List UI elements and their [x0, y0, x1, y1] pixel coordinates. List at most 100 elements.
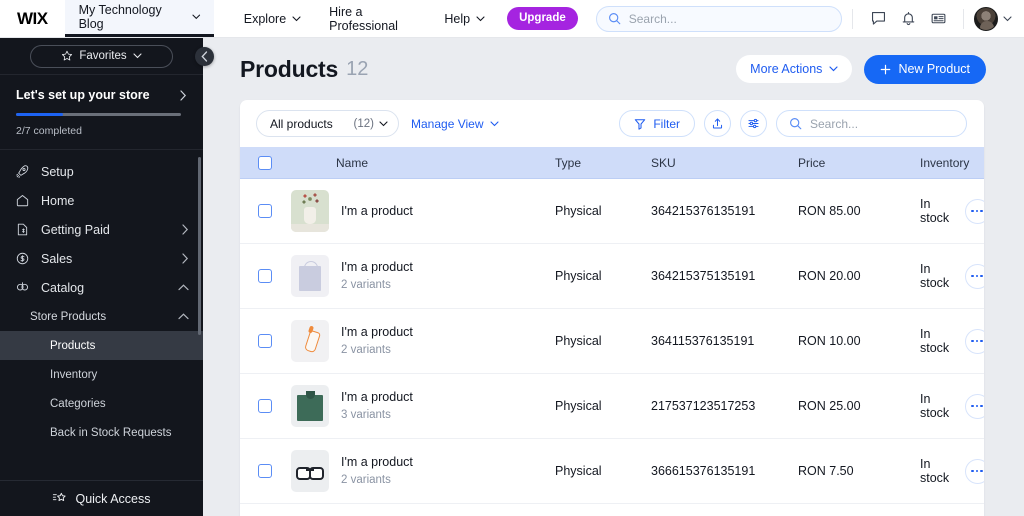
product-price: RON 20.00 — [798, 269, 861, 283]
star-icon — [62, 50, 73, 61]
chevron-down-icon — [489, 120, 499, 126]
sidebar-item-catalog[interactable]: Catalog — [0, 273, 203, 302]
sliders-icon[interactable] — [740, 110, 767, 137]
view-select-label: All products — [270, 116, 333, 131]
product-name: I'm a product — [341, 389, 413, 404]
products-search-input[interactable]: Search... — [776, 110, 967, 137]
row-more-actions-button[interactable] — [964, 393, 984, 419]
export-icon[interactable] — [704, 110, 731, 137]
row-checkbox[interactable] — [258, 269, 272, 283]
chevron-down-icon — [379, 120, 388, 126]
table-row[interactable]: I'm a product 2 variants Physical 364215… — [240, 244, 984, 309]
view-select[interactable]: All products (12) — [256, 110, 399, 137]
wix-logo[interactable]: WIX — [0, 9, 65, 29]
column-header-name[interactable]: Name — [290, 156, 555, 170]
topnav-item-explore[interactable]: Explore — [230, 0, 315, 38]
site-switcher[interactable]: My Technology Blog — [64, 0, 214, 37]
table-row[interactable]: I'm a product 3 variants Physical 217537… — [240, 374, 984, 439]
sidebar-item-sales[interactable]: Sales — [0, 244, 203, 273]
account-menu[interactable] — [974, 6, 1012, 31]
product-price: RON 7.50 — [798, 464, 854, 478]
sidebar-collapse-button[interactable] — [195, 47, 214, 66]
home-icon — [14, 193, 30, 208]
product-thumbnail-vase-icon — [291, 190, 329, 232]
row-checkbox[interactable] — [258, 204, 272, 218]
row-checkbox[interactable] — [258, 334, 272, 348]
sidebar-item-inventory[interactable]: Inventory — [0, 360, 203, 389]
product-inventory: In stock — [920, 197, 950, 225]
product-price: RON 25.00 — [798, 399, 861, 413]
product-price: RON 85.00 — [798, 204, 861, 218]
favorites-button[interactable]: Favorites — [30, 44, 173, 68]
favorites-label: Favorites — [79, 50, 127, 62]
sidebar-item-home[interactable]: Home — [0, 186, 203, 215]
sidebar-item-find-products-to-sell[interactable]: Find Products to Sell — [0, 447, 203, 452]
page-header: Products 12 More Actions New Product — [203, 38, 1024, 100]
column-header-price[interactable]: Price — [798, 156, 920, 170]
sidebar-item-label: Products — [50, 339, 96, 352]
row-checkbox-cell — [240, 204, 290, 218]
select-all-checkbox[interactable] — [258, 155, 272, 170]
filter-button[interactable]: Filter — [619, 110, 695, 137]
row-checkbox[interactable] — [258, 399, 272, 413]
store-setup-title: Let's set up your store — [16, 88, 150, 102]
product-price: RON 10.00 — [798, 334, 861, 348]
sidebar-item-products[interactable]: Products — [0, 331, 203, 360]
more-actions-button[interactable]: More Actions — [736, 55, 853, 83]
sidebar-item-categories[interactable]: Categories — [0, 389, 203, 418]
main-content: Products 12 More Actions New Product All… — [203, 38, 1024, 516]
global-search-input[interactable]: Search... — [595, 5, 842, 32]
row-more-actions-button[interactable] — [964, 458, 984, 484]
more-actions-label: More Actions — [750, 62, 823, 76]
sidebar-item-label: Sales — [41, 251, 73, 266]
product-thumbnail-shirt-icon — [291, 385, 329, 427]
sidebar-item-getting-paid[interactable]: Getting Paid — [0, 215, 203, 244]
products-toolbar: All products (12) Manage View Filter Sea… — [240, 100, 984, 147]
product-thumbnail-glasses-icon — [291, 450, 329, 492]
top-nav: Explore Hire a Professional Help Upgrade — [230, 0, 578, 38]
upgrade-button[interactable]: Upgrade — [507, 7, 578, 30]
store-setup-header[interactable]: Let's set up your store — [16, 88, 187, 102]
row-more-actions-button[interactable] — [964, 263, 984, 289]
sidebar-scrollbar-thumb[interactable] — [198, 157, 201, 335]
product-thumbnail-bottle-icon — [291, 320, 329, 362]
top-bar: WIX My Technology Blog Explore Hire a Pr… — [0, 0, 1024, 38]
news-icon[interactable] — [923, 4, 953, 34]
product-sku: 364115376135191 — [651, 334, 755, 348]
product-name-cell: I'm a product 2 variants — [290, 320, 555, 362]
row-checkbox-cell — [240, 269, 290, 283]
store-setup-card[interactable]: Let's set up your store 2/7 completed — [0, 75, 203, 150]
product-type: Physical — [555, 399, 602, 413]
topnav-item-hire-a-professional[interactable]: Hire a Professional — [315, 0, 430, 38]
sidebar-item-store-products[interactable]: Store Products — [0, 302, 203, 331]
search-icon — [790, 118, 802, 130]
avatar — [974, 6, 998, 31]
chevron-down-icon — [192, 14, 201, 20]
table-row[interactable]: I'm a product Physical 364215376135191 R… — [240, 179, 984, 244]
product-inventory: In stock — [920, 327, 950, 355]
bell-icon[interactable] — [893, 4, 923, 34]
column-header-inventory[interactable]: Inventory — [920, 156, 969, 170]
table-row[interactable]: I'm a product 2 variants Physical 366615… — [240, 439, 984, 504]
row-checkbox[interactable] — [258, 464, 272, 478]
filter-label: Filter — [653, 116, 680, 131]
column-header-sku[interactable]: SKU — [651, 156, 798, 170]
sidebar-item-back-in-stock-requests[interactable]: Back in Stock Requests — [0, 418, 203, 447]
table-row[interactable]: I'm a product 2 variants Physical 364115… — [240, 309, 984, 374]
row-more-actions-button[interactable] — [964, 198, 984, 224]
new-product-button[interactable]: New Product — [864, 54, 986, 84]
chevron-down-icon — [1003, 15, 1012, 21]
favorites-row: Favorites — [0, 38, 203, 75]
manage-view-button[interactable]: Manage View — [411, 117, 499, 131]
setup-progress-fill — [16, 113, 64, 116]
column-header-type[interactable]: Type — [555, 156, 651, 170]
topnav-item-help[interactable]: Help — [430, 0, 499, 38]
row-more-actions-button[interactable] — [964, 328, 984, 354]
quick-access-button[interactable]: Quick Access — [0, 480, 203, 516]
sidebar-item-setup[interactable]: Setup — [0, 157, 203, 186]
product-sku: 364215376135191 — [651, 204, 756, 218]
product-inventory: In stock — [920, 262, 950, 290]
product-inventory: In stock — [920, 392, 950, 420]
chat-icon[interactable] — [863, 4, 893, 34]
chevron-down-icon — [133, 53, 142, 59]
